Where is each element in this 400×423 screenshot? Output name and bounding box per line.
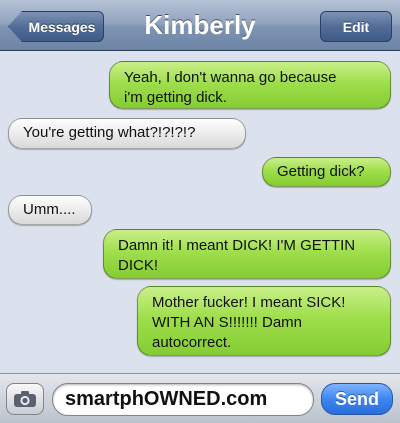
message-text: WITH AN S!!!!!!! Damn [152,314,303,331]
message-bubble-sent[interactable]: Yeah, I don't wanna go because i'm getti… [109,61,391,109]
back-button-label: Messages [28,18,96,35]
message-text: DICK! [118,257,159,274]
edit-button-label: Edit [342,18,370,35]
edit-button[interactable]: Edit [320,11,392,42]
message-bubble-received[interactable]: You're getting what?!?!?!? [8,118,246,149]
nav-bar: Messages Kimberly Edit [0,0,400,51]
message-text: Getting dick? [277,163,365,180]
conversation-title: Kimberly [144,10,256,40]
message-text: Damn it! I meant DICK! I'M GETTIN [118,237,356,254]
message-bubble-sent[interactable]: Getting dick? [262,157,391,187]
message-text: i'm getting dick. [124,89,227,106]
message-text: You're getting what?!?!?!? [23,124,196,141]
composer-bar: smartphOWNED.com Send [0,373,400,423]
back-button[interactable]: Messages [8,11,104,42]
message-input[interactable]: smartphOWNED.com [52,383,314,416]
camera-icon [14,391,36,407]
message-text: Mother fucker! I meant SICK! [152,294,346,311]
message-text: autocorrect. [152,334,232,351]
message-text: Yeah, I don't wanna go because [124,69,337,86]
camera-button[interactable] [6,383,44,415]
send-button[interactable]: Send [321,383,393,415]
message-bubble-sent[interactable]: Mother fucker! I meant SICK! WITH AN S!!… [137,286,391,356]
message-text: Umm.... [23,201,76,218]
send-button-label: Send [334,388,379,409]
message-bubble-sent[interactable]: Damn it! I meant DICK! I'M GETTIN DICK! [103,229,391,279]
message-bubble-received[interactable]: Umm.... [8,195,92,225]
